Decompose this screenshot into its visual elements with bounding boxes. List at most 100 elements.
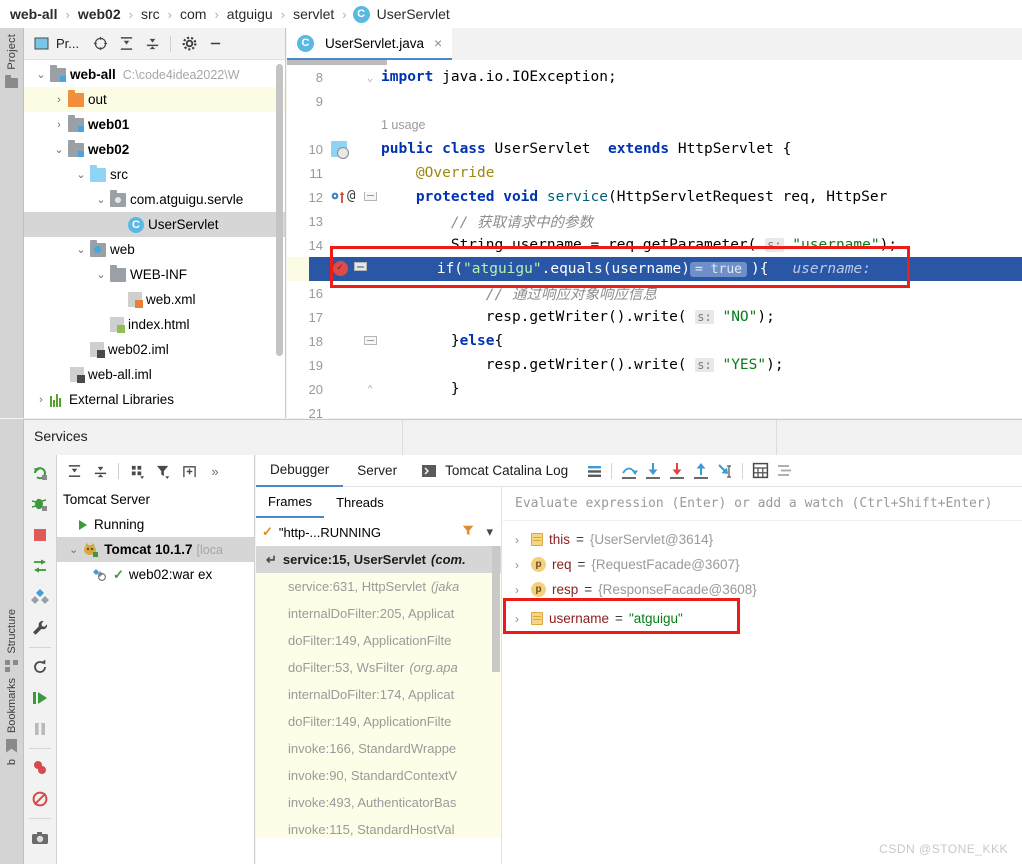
call-stack-list[interactable]: ↵ service:15, UserServlet (com. service:…: [256, 546, 501, 838]
tree-item-src[interactable]: ⌄ src: [24, 162, 285, 187]
locate-icon[interactable]: [87, 31, 113, 57]
chevron-right-icon[interactable]: ›: [515, 533, 525, 547]
collapse-all-icon[interactable]: [139, 31, 165, 57]
resume-icon[interactable]: [26, 684, 54, 712]
breakpoint-icon[interactable]: ✓: [333, 261, 348, 276]
chevron-right-icon[interactable]: ›: [50, 94, 68, 106]
rerun-icon[interactable]: [26, 459, 54, 487]
service-item-running[interactable]: Running: [57, 512, 254, 537]
expand-all-icon[interactable]: [113, 31, 139, 57]
fold-icon[interactable]: [363, 335, 377, 348]
breadcrumb-item-atguigu[interactable]: atguigu: [225, 6, 275, 22]
chevron-right-icon[interactable]: ›: [515, 558, 525, 572]
tool-tab-project[interactable]: Project: [6, 34, 18, 70]
chevron-down-icon[interactable]: ⌄: [92, 268, 110, 281]
breadcrumb-item-src[interactable]: src: [139, 6, 162, 22]
evaluate-expression-input[interactable]: Evaluate expression (Enter) or add a wat…: [503, 487, 1022, 521]
add-service-icon[interactable]: [176, 458, 202, 484]
tab-debugger[interactable]: Debugger: [256, 455, 343, 487]
run-to-cursor-icon[interactable]: [713, 459, 737, 483]
inline-debug-value[interactable]: = true: [690, 262, 747, 277]
tool-tab-bookmarks[interactable]: Bookmarks: [6, 678, 18, 733]
expand-all-icon[interactable]: [61, 458, 87, 484]
fold-icon[interactable]: [363, 191, 377, 204]
evaluate-expression-icon[interactable]: [748, 459, 772, 483]
step-into-icon[interactable]: [641, 459, 665, 483]
fold-icon[interactable]: [354, 262, 367, 271]
deploy-all-icon[interactable]: [26, 583, 54, 611]
service-item-tomcat-instance[interactable]: ⌄ Tomcat 10.1.7 [loca: [57, 537, 254, 562]
tree-item-web02[interactable]: ⌄ web02: [24, 137, 285, 162]
chevron-down-icon[interactable]: ⌄: [32, 68, 50, 81]
frame-row[interactable]: internalDoFilter:205, Applicat: [256, 600, 501, 627]
variable-row-req[interactable]: › p req = {RequestFacade@3607}: [503, 552, 1022, 577]
debug-icon[interactable]: [26, 490, 54, 518]
redeploy-icon[interactable]: [26, 552, 54, 580]
more-options-icon[interactable]: »: [202, 458, 228, 484]
fold-icon[interactable]: ⌃: [363, 383, 377, 396]
group-by-icon[interactable]: [124, 458, 150, 484]
variable-row-resp[interactable]: › p resp = {ResponseFacade@3608}: [503, 577, 1022, 602]
frame-row[interactable]: doFilter:53, WsFilter (org.apa: [256, 654, 501, 681]
folder-icon[interactable]: [5, 78, 18, 88]
chevron-down-icon[interactable]: ⌄: [50, 143, 68, 156]
pause-icon[interactable]: [26, 715, 54, 743]
variable-row-username[interactable]: › username = "atguigu": [503, 606, 1022, 631]
breadcrumb-item-web-all[interactable]: web-all: [8, 6, 59, 22]
filter-icon[interactable]: [150, 458, 176, 484]
frame-row[interactable]: internalDoFilter:174, Applicat: [256, 681, 501, 708]
service-item-tomcat-server[interactable]: Tomcat Server: [57, 487, 254, 512]
frame-row[interactable]: invoke:493, AuthenticatorBas: [256, 789, 501, 816]
service-item-artifact[interactable]: ✓ web02:war ex: [57, 562, 254, 587]
frame-row[interactable]: doFilter:149, ApplicationFilte: [256, 708, 501, 735]
hide-panel-icon[interactable]: [202, 31, 228, 57]
breadcrumb-item-web02[interactable]: web02: [76, 6, 123, 22]
tree-item-userservlet[interactable]: C UserServlet: [24, 212, 285, 237]
chevron-down-icon[interactable]: ⌄: [69, 543, 78, 556]
show-execution-point-icon[interactable]: [582, 459, 606, 483]
tree-item-out[interactable]: › out: [24, 87, 285, 112]
settings-wrench-icon[interactable]: [26, 614, 54, 642]
run-class-icon[interactable]: [331, 141, 347, 157]
tree-item-web-all-iml[interactable]: web-all.iml: [24, 362, 285, 387]
overriding-method-icon[interactable]: [331, 190, 347, 210]
close-icon[interactable]: ×: [434, 35, 442, 51]
camera-icon[interactable]: [26, 824, 54, 852]
chevron-right-icon[interactable]: ›: [515, 612, 525, 626]
tool-tab-b[interactable]: b: [6, 759, 18, 765]
code-editor[interactable]: 8 ⌄ import java.io.IOException; 9 1 usag…: [287, 60, 1022, 418]
restart-icon[interactable]: [26, 653, 54, 681]
chevron-right-icon[interactable]: ›: [32, 394, 50, 406]
fold-icon[interactable]: ⌄: [363, 71, 377, 84]
variable-row-this[interactable]: › this = {UserServlet@3614}: [503, 527, 1022, 552]
tree-item-web-inf[interactable]: ⌄ WEB-INF: [24, 262, 285, 287]
tab-server[interactable]: Server: [343, 455, 411, 487]
mute-breakpoints-icon[interactable]: [26, 754, 54, 782]
tree-item-web02-iml[interactable]: web02.iml: [24, 337, 285, 362]
frame-row[interactable]: invoke:166, StandardWrappe: [256, 735, 501, 762]
tab-tomcat-catalina-log[interactable]: Tomcat Catalina Log: [441, 455, 582, 487]
breadcrumb-item-servlet[interactable]: servlet: [291, 6, 336, 22]
collapse-all-icon[interactable]: [87, 458, 113, 484]
chevron-down-icon[interactable]: ⌄: [92, 193, 110, 206]
step-over-icon[interactable]: [617, 459, 641, 483]
project-select-icon[interactable]: [28, 31, 54, 57]
frame-row[interactable]: service:631, HttpServlet (jaka: [256, 573, 501, 600]
frame-row[interactable]: ↵ service:15, UserServlet (com.: [256, 546, 501, 573]
tab-frames[interactable]: Frames: [256, 487, 324, 518]
project-tree-scrollbar[interactable]: [276, 64, 283, 356]
thread-selector[interactable]: ✓ "http-...RUNNING ▾: [256, 518, 501, 546]
tree-item-web-xml[interactable]: web.xml: [24, 287, 285, 312]
stop-icon[interactable]: [26, 521, 54, 549]
bookmark-icon[interactable]: [6, 739, 17, 753]
breadcrumb-item-userservlet[interactable]: UserServlet: [375, 6, 452, 22]
tree-item-index-html[interactable]: index.html: [24, 312, 285, 337]
usage-count-label[interactable]: 1 usage: [377, 118, 425, 132]
chevron-right-icon[interactable]: ›: [515, 583, 525, 597]
chevron-down-icon[interactable]: ⌄: [72, 243, 90, 256]
tree-item-package[interactable]: ⌄ com.atguigu.servle: [24, 187, 285, 212]
structure-icon[interactable]: [5, 660, 19, 672]
tree-item-web[interactable]: ⌄ web: [24, 237, 285, 262]
gear-icon[interactable]: [176, 31, 202, 57]
tree-item-web01[interactable]: › web01: [24, 112, 285, 137]
